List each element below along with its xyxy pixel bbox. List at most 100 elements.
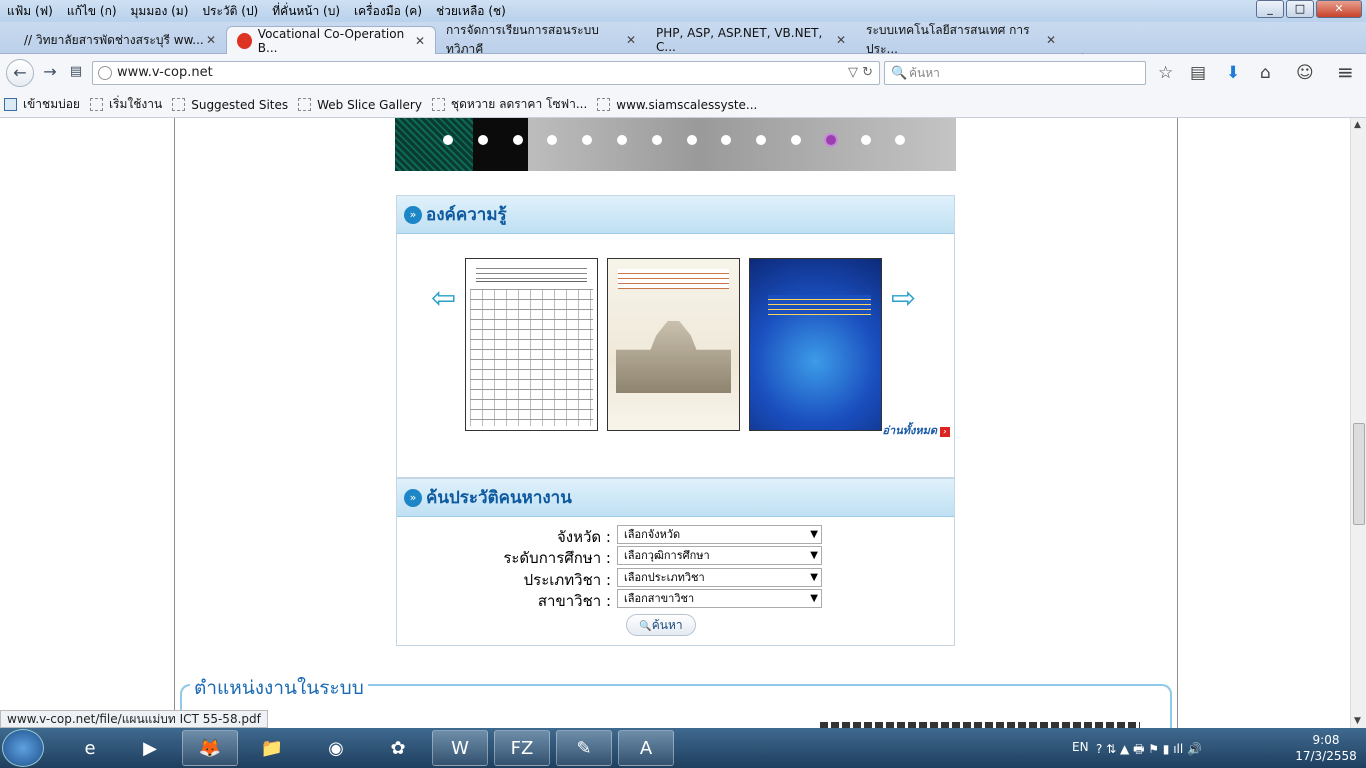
firefox-icon[interactable]: 🦊 (182, 730, 238, 766)
tab-dual-education[interactable]: การจัดการเรียนการสอนระบบทวิภาคี ✕ (436, 23, 646, 56)
media-player-icon[interactable]: ▶ (122, 730, 178, 766)
chat-icon[interactable]: ☺ (1296, 63, 1314, 83)
url-text: www.v-cop.net (117, 65, 213, 80)
tab-close-icon[interactable]: ✕ (206, 33, 216, 47)
document-thumbnail[interactable] (749, 258, 882, 431)
menu-view[interactable]: มุมมอง (ม) (124, 2, 196, 21)
minimize-button[interactable]: _ (1256, 0, 1284, 18)
tab-it-system[interactable]: ระบบเทคโนโลยีสารสนเทศ การประ... ✕ (856, 23, 1066, 56)
bookmark-web-slice-gallery[interactable]: Web Slice Gallery (298, 98, 422, 112)
bookmark-sofa[interactable]: ชุดหวาย ลดราคา โซฟา... (431, 95, 587, 114)
library-icon[interactable]: ▤ (1190, 63, 1206, 83)
subject-type-select[interactable]: เลือกประเภทวิชา ▼ (617, 568, 822, 587)
bookmark-siamscales[interactable]: www.siamscalessyste... (597, 98, 757, 112)
select-value: เลือกประเภทวิชา (624, 571, 705, 584)
bookmark-page-icon (597, 98, 611, 111)
tab-close-icon[interactable]: ✕ (415, 34, 425, 48)
download-icon[interactable]: ⬇ (1226, 63, 1240, 83)
reload-icon[interactable]: ▽ ↻ (848, 62, 873, 84)
explorer-icon[interactable]: 📁 (244, 730, 300, 766)
chevron-right-icon: » (404, 205, 422, 224)
tab-bar: // วิทยาลัยสารพัดช่างสระบุรี ww... ✕ Voc… (0, 22, 1366, 70)
slider-dot[interactable] (512, 135, 523, 145)
scroll-up-icon[interactable]: ▲ (1354, 120, 1361, 130)
bookmark-page-icon (89, 98, 103, 111)
menu-icon[interactable]: ≡ (1337, 60, 1354, 84)
slider-dot[interactable] (721, 135, 732, 145)
site-logo-icon (237, 32, 252, 49)
search-button-label: ค้นหา (651, 618, 683, 632)
tab-label: Vocational Co-Operation B... (257, 26, 405, 55)
bookmark-page-icon (172, 98, 186, 111)
tab-close-icon[interactable]: ✕ (836, 33, 846, 47)
read-all-link[interactable]: อ่านทั้งหมด › (882, 421, 950, 439)
close-window-button[interactable]: ✕ (1316, 0, 1362, 18)
tab-php-asp[interactable]: PHP, ASP, ASP.NET, VB.NET, C... ✕ (646, 26, 856, 54)
tray-icons[interactable]: ? ⇅ ▲ 🖶 ⚑ ▮ ıll 🔊 (1096, 740, 1202, 761)
menu-help[interactable]: ช่วยเหลือ (ช) (429, 2, 513, 21)
menu-edit[interactable]: แก้ไข (ก) (60, 2, 124, 21)
ie-icon[interactable]: e (62, 730, 118, 766)
dropdown-arrow-icon: ▼ (810, 572, 818, 583)
bookmark-most-visited[interactable]: เข้าชมบ่อย (4, 95, 80, 114)
vertical-scrollbar[interactable]: ▲ ▼ (1350, 118, 1366, 728)
bookmark-page-icon (298, 98, 312, 111)
search-icon: 🔍 (639, 621, 652, 632)
document-thumbnail[interactable] (607, 258, 740, 431)
bookmark-star-icon[interactable]: ☆ (1158, 63, 1173, 83)
app-icon[interactable]: ✿ (370, 730, 426, 766)
slider-dot[interactable] (616, 135, 627, 145)
bookmark-getting-started[interactable]: เริ่มใช้งาน (89, 95, 162, 114)
slider-dot[interactable] (477, 135, 488, 145)
home-icon[interactable]: ⌂ (1260, 63, 1271, 83)
tab-close-icon[interactable]: ✕ (1046, 33, 1056, 47)
menu-history[interactable]: ประวัติ (ป) (195, 2, 265, 21)
bookmark-suggested-sites[interactable]: Suggested Sites (172, 98, 288, 112)
document-thumbnail[interactable] (465, 258, 598, 431)
menu-tools[interactable]: เครื่องมือ (ค) (347, 2, 429, 21)
paint-icon[interactable]: ✎ (556, 730, 612, 766)
filezilla-icon[interactable]: FZ (494, 730, 550, 766)
tab-saraburi[interactable]: // วิทยาลัยสารพัดช่างสระบุรี ww... ✕ (14, 26, 226, 54)
forward-button[interactable]: → (36, 59, 64, 87)
slider-dot[interactable] (860, 135, 871, 145)
back-button[interactable]: ← (6, 59, 34, 87)
word-icon[interactable]: W (432, 730, 488, 766)
maximize-button[interactable]: □ (1286, 0, 1314, 18)
dropdown-arrow-icon: ▼ (810, 550, 818, 561)
status-url: www.v-cop.net/file/แผนแม่บท ICT 55-58.pd… (0, 710, 268, 728)
slider-dot[interactable] (756, 135, 767, 145)
slider-dot[interactable] (547, 135, 558, 145)
menu-file[interactable]: แฟ้ม (ฟ) (0, 2, 60, 21)
slider-dot[interactable] (443, 135, 453, 145)
chrome-icon[interactable]: ◉ (308, 730, 364, 766)
education-select[interactable]: เลือกวุฒิการศึกษา ▼ (617, 546, 822, 565)
clock-date: 17/3/2558 (1295, 749, 1357, 763)
scroll-down-icon[interactable]: ▼ (1354, 716, 1361, 726)
tab-vocational-coop[interactable]: Vocational Co-Operation B... ✕ (226, 26, 436, 55)
slider-dot[interactable] (790, 135, 801, 145)
slider-dot[interactable] (582, 135, 593, 145)
history-icon[interactable]: ▤ (62, 59, 90, 87)
acrobat-icon[interactable]: A (618, 730, 674, 766)
search-input[interactable]: 🔍 ค้นหา (884, 61, 1146, 85)
tab-close-icon[interactable]: ✕ (626, 33, 636, 47)
menu-bookmarks[interactable]: ที่คั่นหน้า (บ) (265, 2, 347, 21)
next-arrow-icon[interactable]: ⇨ (891, 281, 916, 316)
major-label: สาขาวิชา : (537, 592, 611, 610)
slider-dot[interactable] (825, 135, 836, 145)
language-indicator[interactable]: EN (1072, 740, 1089, 754)
bookmarks-bar: เข้าชมบ่อย เริ่มใช้งาน Suggested Sites W… (0, 92, 1366, 118)
start-button[interactable] (2, 729, 44, 767)
scrollbar-thumb[interactable] (1353, 423, 1365, 525)
major-select[interactable]: เลือกสาขาวิชา ▼ (617, 589, 822, 608)
url-bar[interactable]: www.v-cop.net ▽ ↻ (92, 61, 880, 85)
navigation-bar: ← → ▤ www.v-cop.net ▽ ↻ 🔍 ค้นหา ☆ ▤ ⬇ ⌂ … (0, 54, 1366, 92)
slider-dot[interactable] (686, 135, 697, 145)
slider-dot[interactable] (651, 135, 662, 145)
slider-dot[interactable] (895, 135, 906, 145)
prev-arrow-icon[interactable]: ⇦ (431, 281, 456, 316)
search-button[interactable]: 🔍ค้นหา (626, 614, 696, 636)
province-select[interactable]: เลือกจังหวัด ▼ (617, 525, 822, 544)
clock[interactable]: 9:08 17/3/2558 (1290, 732, 1362, 764)
